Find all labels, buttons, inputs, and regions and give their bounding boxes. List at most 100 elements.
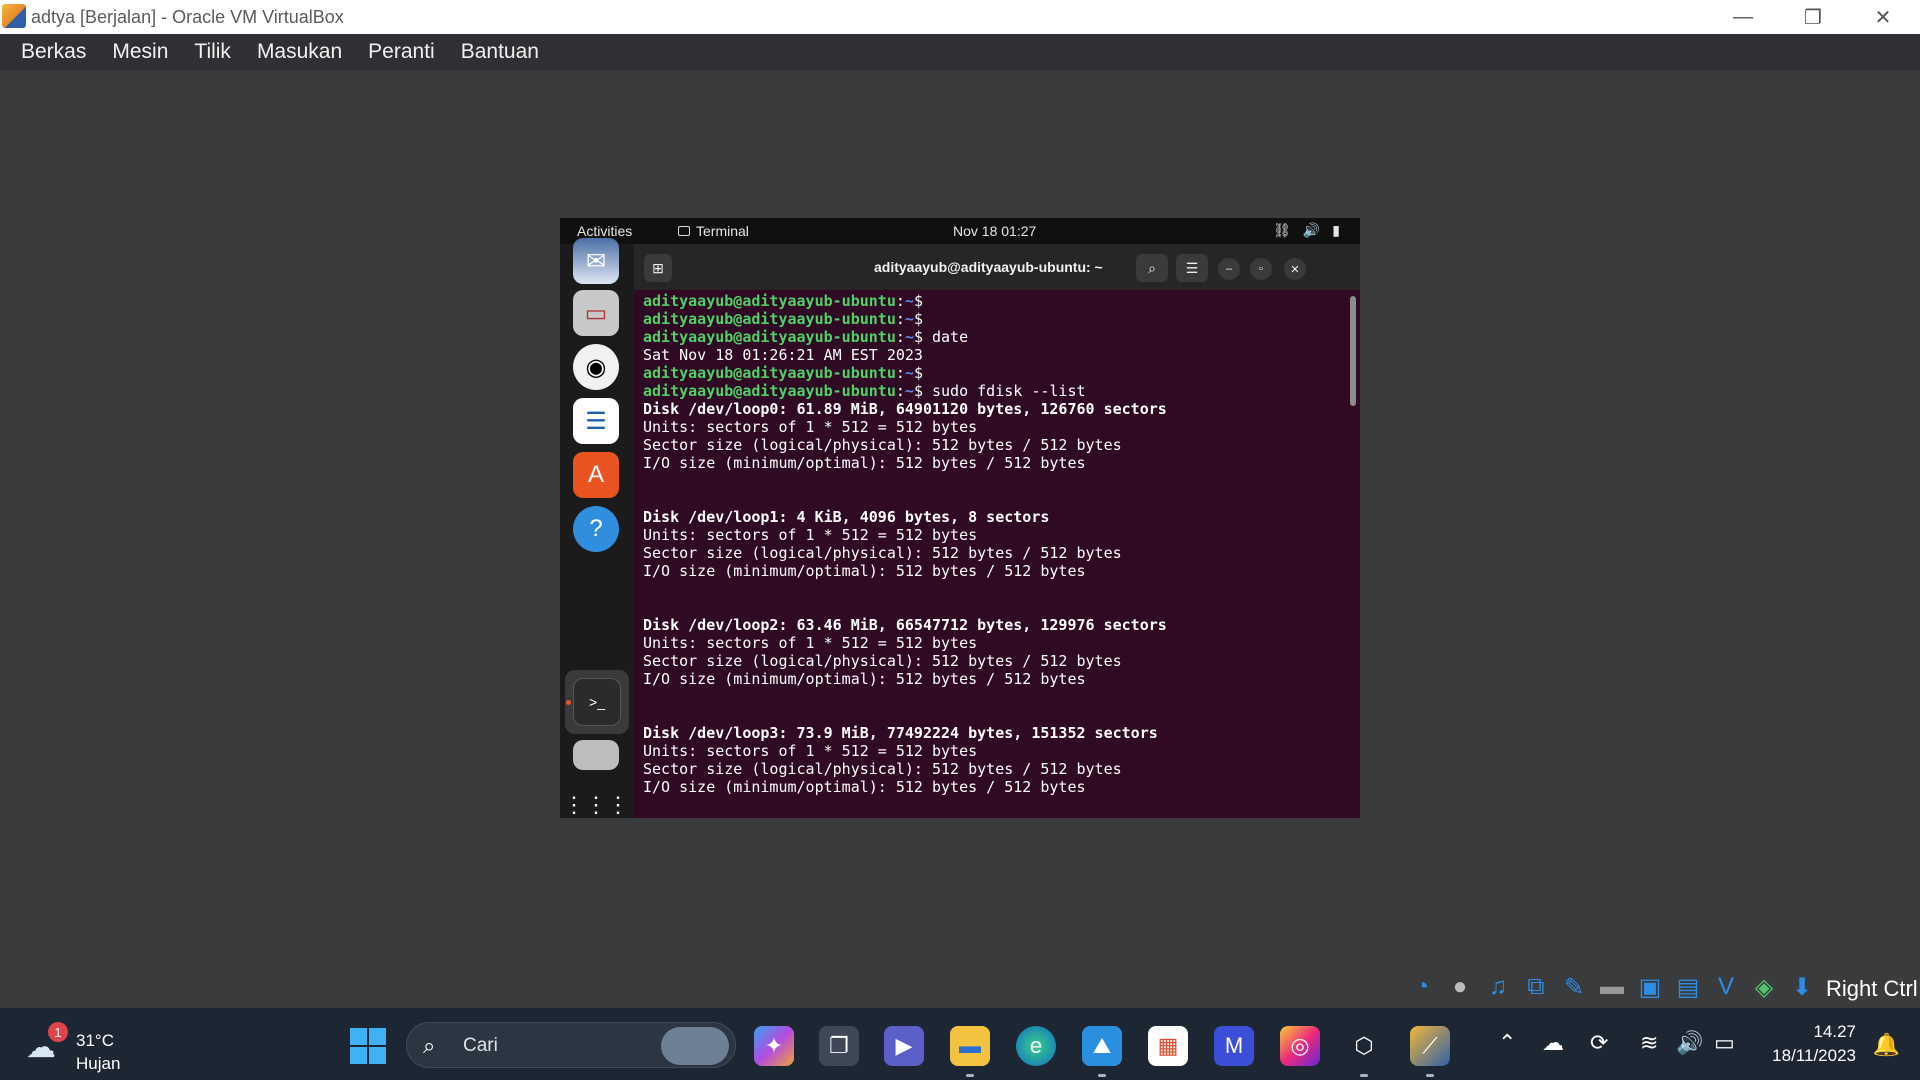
file-explorer-icon[interactable]: ▬ xyxy=(950,1026,990,1066)
running-indicator xyxy=(1360,1074,1368,1077)
disk-icon[interactable] xyxy=(573,740,619,770)
menu-mesin[interactable]: Mesin xyxy=(99,40,181,64)
virtualbox-taskbar-icon[interactable]: ⟋ xyxy=(1410,1026,1450,1066)
onedrive-error-icon[interactable]: ☁ xyxy=(1542,1030,1564,1056)
menu-peranti[interactable]: Peranti xyxy=(355,40,448,64)
terminal-maximize-button[interactable]: ▫ xyxy=(1250,258,1272,280)
instagram-icon[interactable]: ◎ xyxy=(1280,1026,1320,1066)
battery-icon[interactable]: ▭ xyxy=(1714,1030,1735,1056)
new-tab-button[interactable]: ⊞ xyxy=(644,254,672,282)
minimize-button[interactable]: — xyxy=(1710,0,1776,34)
guest-screen[interactable]: Activities Terminal Nov 18 01:27 ⛓ 🔊 ▮ ✉… xyxy=(560,218,1360,818)
recording-icon[interactable]: ▤ xyxy=(1672,971,1704,1003)
search-button[interactable]: ⌕ xyxy=(1136,254,1168,282)
terminal-line: adityaayub@adityaayub-ubuntu:~$ xyxy=(643,292,932,310)
network-icon: ⛓ xyxy=(1273,222,1291,238)
sync-icon[interactable]: ⟳ xyxy=(1590,1030,1608,1056)
vt-x-icon[interactable]: V xyxy=(1710,971,1742,1003)
weather-widget[interactable]: ☁ 1 31°C Hujan xyxy=(26,1020,146,1073)
search-icon: ⌕ xyxy=(423,1033,436,1058)
task-view-icon[interactable]: ❐ xyxy=(819,1026,859,1066)
menu-tilik[interactable]: Tilik xyxy=(181,40,244,64)
menu-masukan[interactable]: Masukan xyxy=(244,40,355,64)
activities-button[interactable]: Activities xyxy=(577,223,632,239)
host-key-label[interactable]: Right Ctrl xyxy=(1826,976,1918,1002)
terminal-line: adityaayub@adityaayub-ubuntu:~$ sudo fdi… xyxy=(643,382,1086,400)
photos-icon[interactable]: ⛰ xyxy=(1082,1026,1122,1066)
terminal-headerbar: ⊞ adityaayub@adityaayub-ubuntu: ~ ⌕ ☰ – … xyxy=(634,244,1360,290)
copilot-icon[interactable]: ✦ xyxy=(754,1026,794,1066)
virtualbox-icon xyxy=(2,4,26,28)
search-highlight-image xyxy=(661,1027,729,1065)
notification-bell-icon[interactable]: 🔔 xyxy=(1873,1032,1900,1058)
terminal-icon[interactable]: >_ xyxy=(573,678,621,726)
terminal-line: Disk /dev/loop3: 73.9 MiB, 77492224 byte… xyxy=(643,724,1158,742)
app-grid-icon[interactable]: ⋮⋮⋮ xyxy=(563,782,629,818)
thunderbird-icon[interactable]: ✉ xyxy=(573,238,619,284)
terminal-line: Sector size (logical/physical): 512 byte… xyxy=(643,652,1122,670)
taskbar-search[interactable]: ⌕ Cari xyxy=(406,1022,736,1068)
wifi-icon[interactable]: ≋ xyxy=(1640,1030,1658,1056)
microsoft-store-icon[interactable]: ▦ xyxy=(1148,1026,1188,1066)
terminal-line: Sector size (logical/physical): 512 byte… xyxy=(643,436,1122,454)
help-icon[interactable]: ? xyxy=(573,506,619,552)
terminal-close-button[interactable]: ✕ xyxy=(1284,258,1306,280)
search-icon: ⌕ xyxy=(1148,259,1156,276)
mouse-integration-icon[interactable]: ◈ xyxy=(1748,971,1780,1003)
rhythmbox-icon[interactable]: ◉ xyxy=(573,344,619,390)
terminal-line: adityaayub@adityaayub-ubuntu:~$ xyxy=(643,364,932,382)
terminal-small-icon xyxy=(678,226,690,236)
terminal-text: adityaayub@adityaayub-ubuntu:~$ adityaay… xyxy=(643,292,1167,796)
hamburger-menu-button[interactable]: ☰ xyxy=(1176,254,1208,282)
start-button[interactable] xyxy=(350,1028,386,1064)
close-button[interactable]: ✕ xyxy=(1850,0,1916,34)
topbar-app-menu[interactable]: Terminal xyxy=(678,223,749,239)
gnome-top-bar: Activities Terminal Nov 18 01:27 ⛓ 🔊 ▮ xyxy=(560,218,1360,244)
clock-time: 14.27 xyxy=(1813,1022,1856,1041)
running-indicator xyxy=(1426,1074,1434,1077)
virtual-box-cube-icon[interactable]: ⬡ xyxy=(1344,1026,1384,1066)
volume-icon[interactable]: 🔊 xyxy=(1676,1030,1703,1056)
files-icon[interactable]: ▭ xyxy=(573,290,619,336)
window-titlebar: adtya [Berjalan] - Oracle VM VirtualBox … xyxy=(0,0,1920,34)
edge-icon[interactable]: e xyxy=(1016,1026,1056,1066)
app-m-icon[interactable]: M xyxy=(1214,1026,1254,1066)
clock-date: 18/11/2023 xyxy=(1772,1046,1856,1065)
terminal-line: Units: sectors of 1 * 512 = 512 bytes xyxy=(643,742,978,760)
audio-icon[interactable]: ♫ xyxy=(1482,971,1514,1003)
chevron-up-icon[interactable]: ⌃ xyxy=(1498,1030,1516,1056)
usb-icon[interactable]: ✎ xyxy=(1558,971,1590,1003)
taskbar-clock[interactable]: 14.27 18/11/2023 xyxy=(1772,1020,1856,1068)
terminal-minimize-button[interactable]: – xyxy=(1218,258,1240,280)
terminal-line: Units: sectors of 1 * 512 = 512 bytes xyxy=(643,418,978,436)
vbox-device-icons: ◔ ● ♫ ⧉ ✎ ▬ ▣ ▤ V ◈ ⬇ xyxy=(1406,971,1818,1003)
hard-disk-icon[interactable]: ◔ xyxy=(1406,971,1438,1003)
terminal-line: Sector size (logical/physical): 512 byte… xyxy=(643,544,1122,562)
weather-temp: 31°C xyxy=(76,1031,114,1050)
writer-icon[interactable]: ☰ xyxy=(573,398,619,444)
restore-button[interactable]: ❐ xyxy=(1780,0,1846,34)
keyboard-capture-icon[interactable]: ⬇ xyxy=(1786,971,1818,1003)
network-adapter-icon[interactable]: ⧉ xyxy=(1520,971,1552,1003)
menu-bantuan[interactable]: Bantuan xyxy=(448,40,552,64)
system-tray[interactable]: ⛓ 🔊 ▮ xyxy=(1273,222,1340,239)
windows-taskbar: ☁ 1 31°C Hujan ⌕ Cari ✦ ❐ ▶ ▬ e ⛰ ▦ M ◎ … xyxy=(0,1008,1920,1080)
terminal-line: I/O size (minimum/optimal): 512 bytes / … xyxy=(643,670,1086,688)
display-icon[interactable]: ▣ xyxy=(1634,971,1666,1003)
app-center-icon[interactable]: A xyxy=(573,452,619,498)
topbar-clock[interactable]: Nov 18 01:27 xyxy=(953,223,1036,239)
vbox-status-bar: ◔ ● ♫ ⧉ ✎ ▬ ▣ ▤ V ◈ ⬇ Right Ctrl xyxy=(0,968,1920,1008)
running-indicator xyxy=(966,1074,974,1077)
volume-icon: 🔊 xyxy=(1302,222,1321,238)
running-indicator xyxy=(566,700,571,705)
menu-berkas[interactable]: Berkas xyxy=(8,40,99,64)
terminal-line: Sector size (logical/physical): 512 byte… xyxy=(643,760,1122,778)
shared-folder-icon[interactable]: ▬ xyxy=(1596,971,1628,1003)
ubuntu-dock: ✉ ▭ ◉ ☰ A ? >_ ⋮⋮⋮ xyxy=(560,238,634,818)
terminal-scrollbar[interactable] xyxy=(1350,296,1356,406)
terminal-output[interactable]: adityaayub@adityaayub-ubuntu:~$ adityaay… xyxy=(634,290,1360,818)
teams-icon[interactable]: ▶ xyxy=(884,1026,924,1066)
optical-drive-icon[interactable]: ● xyxy=(1444,971,1476,1003)
